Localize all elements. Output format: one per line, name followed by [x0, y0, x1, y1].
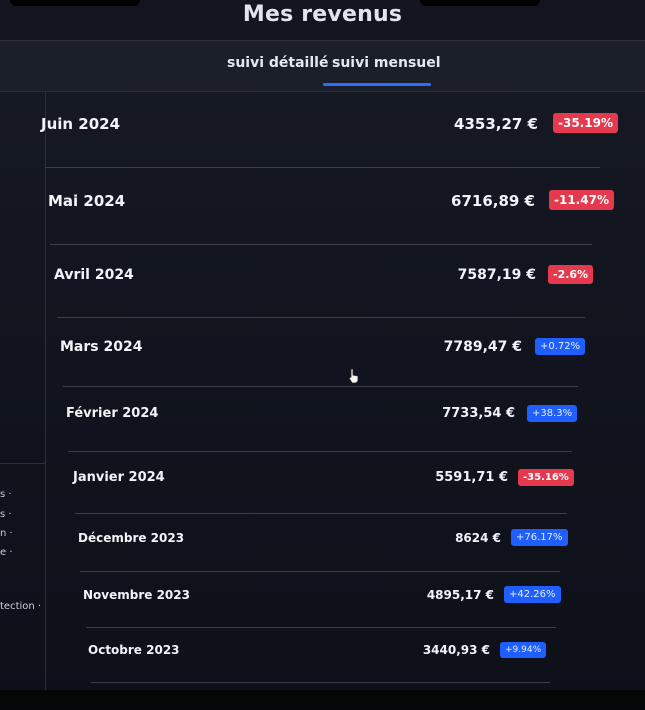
tab-suivi-detaille[interactable]: suivi détaillé: [227, 55, 328, 71]
change-badge: -35.19%: [553, 113, 618, 134]
side-menu-item[interactable]: tection ·: [0, 601, 41, 612]
month-label: Mai 2024: [48, 192, 126, 210]
side-menu-divider: [0, 463, 45, 464]
month-amount: 7587,19 €: [457, 266, 536, 283]
month-label: Avril 2024: [54, 266, 134, 283]
month-amount: 4895,17 €: [426, 587, 494, 602]
change-badge: +0.72%: [535, 338, 586, 355]
month-amount: 3440,93 €: [422, 642, 490, 657]
month-amount: 4353,27 €: [454, 115, 538, 133]
bottom-bezel: [0, 690, 645, 710]
row-separator: [63, 386, 578, 387]
row-separator: [80, 571, 560, 572]
change-badge: +42.26%: [504, 586, 561, 603]
month-label: Janvier 2024: [73, 470, 165, 486]
side-menu: [0, 91, 46, 710]
row-separator: [57, 317, 585, 318]
side-menu-item[interactable]: n ·: [0, 528, 13, 539]
month-label: Juin 2024: [41, 115, 121, 133]
row-separator: [45, 167, 600, 168]
active-tab-indicator: [323, 83, 431, 86]
month-amount: 7789,47 €: [443, 338, 522, 355]
tab-suivi-mensuel[interactable]: suivi mensuel: [332, 55, 441, 71]
month-label: Février 2024: [66, 406, 159, 422]
pointer-cursor-icon: [348, 368, 359, 384]
page-title: Mes revenus: [242, 2, 403, 27]
change-badge: -35.16%: [518, 469, 574, 486]
row-separator: [86, 627, 556, 628]
row-separator: [50, 244, 592, 245]
change-badge: +76.17%: [511, 529, 568, 546]
change-badge: +38.3%: [527, 405, 578, 422]
month-amount: 6716,89 €: [451, 192, 535, 210]
row-separator: [91, 682, 550, 683]
row-separator: [68, 451, 572, 452]
month-label: Novembre 2023: [83, 587, 190, 602]
month-label: Décembre 2023: [78, 530, 185, 545]
month-label: Mars 2024: [60, 338, 143, 355]
side-menu-item[interactable]: e ·: [0, 547, 13, 558]
app-screen: Mes revenus suivi détaillé suivi mensuel…: [0, 0, 645, 710]
side-menu-item[interactable]: s ·: [0, 489, 12, 500]
side-menu-item[interactable]: s ·: [0, 509, 12, 520]
header-bar: Mes revenus: [0, 0, 645, 40]
row-separator: [75, 513, 567, 514]
change-badge: +9.94%: [500, 641, 547, 658]
month-amount: 7733,54 €: [442, 406, 515, 422]
month-amount: 5591,71 €: [435, 470, 508, 486]
month-label: Octobre 2023: [88, 642, 180, 657]
month-amount: 8624 €: [455, 530, 501, 545]
change-badge: -11.47%: [549, 190, 614, 211]
change-badge: -2.6%: [548, 265, 594, 285]
